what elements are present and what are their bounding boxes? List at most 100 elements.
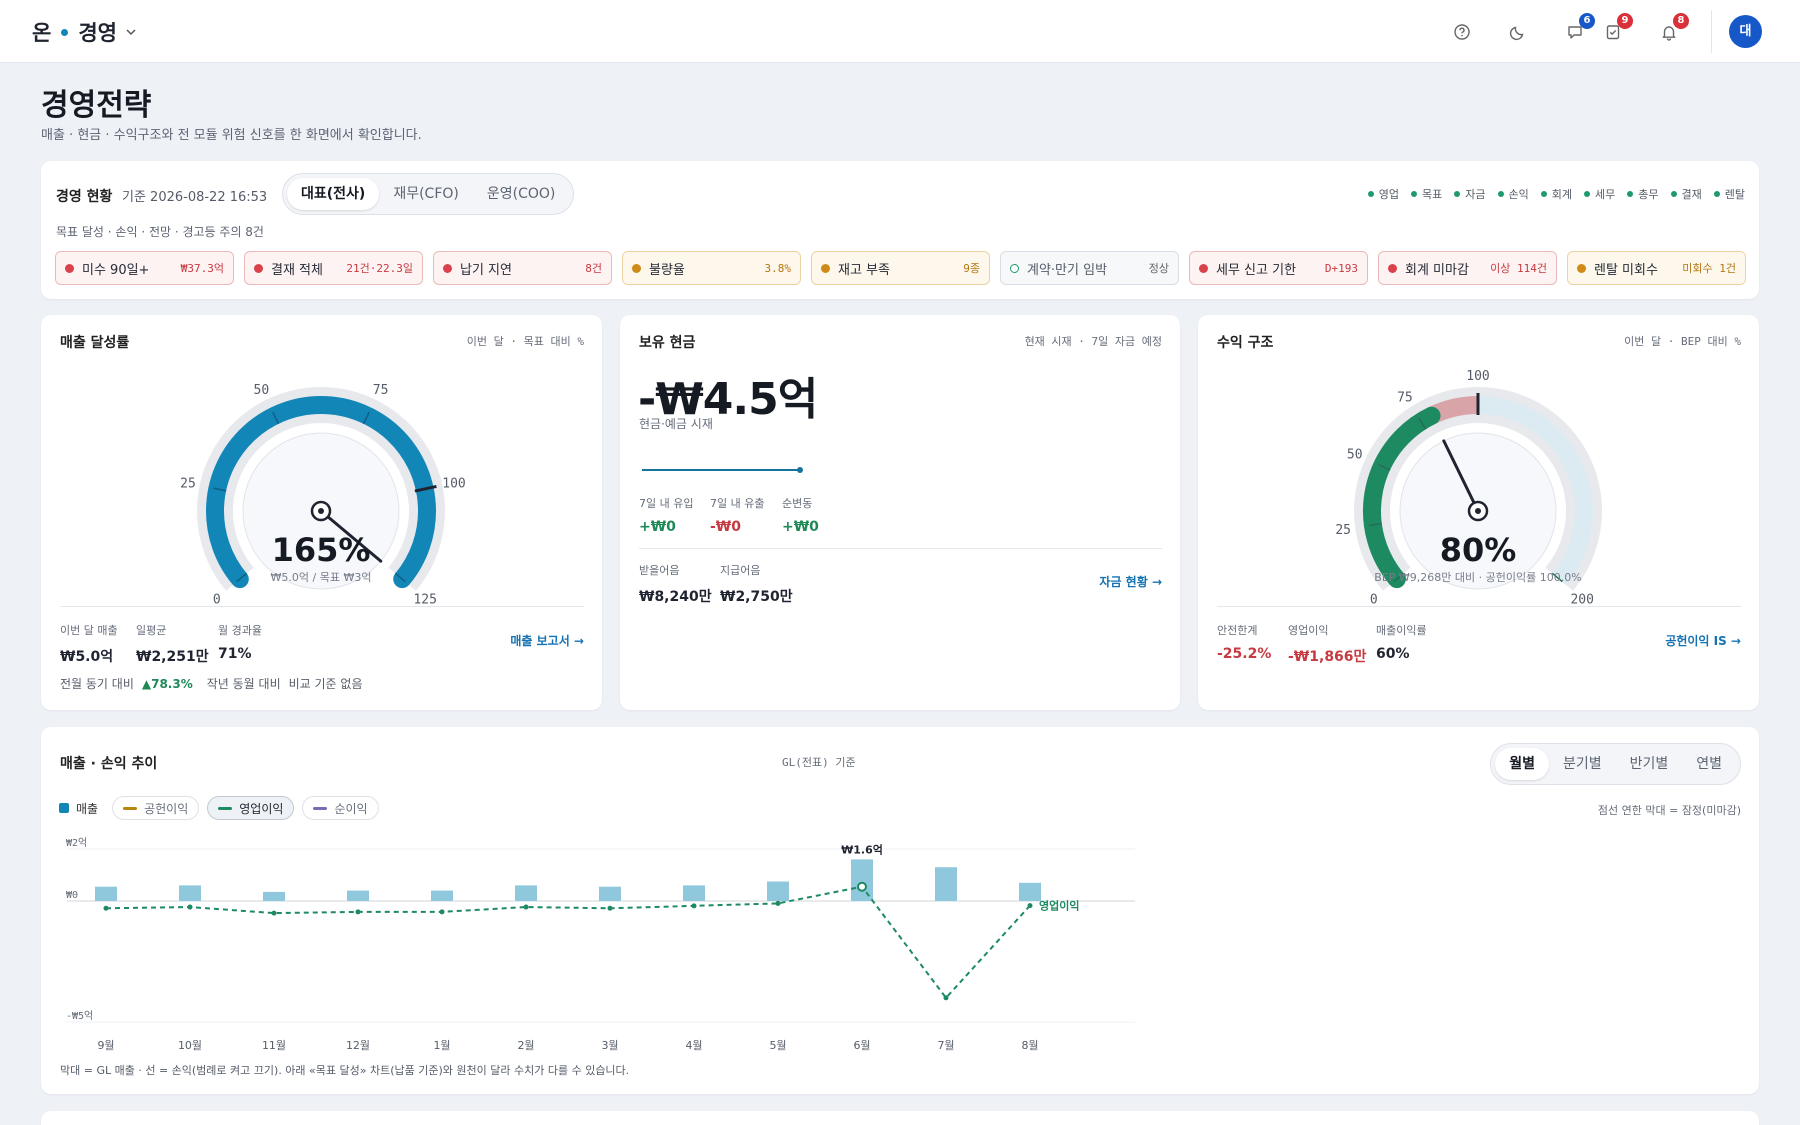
revenue-profit-trend-card: 매출 · 손익 추이 GL(전표) 기준 월별 분기별 반기별 연별 매출 공헌… bbox=[41, 727, 1759, 1094]
page-subtitle: 매출 · 현금 · 수익구조와 전 모듈 위험 신호를 한 화면에서 확인합니다… bbox=[41, 128, 422, 143]
tasks-badge: 9 bbox=[1617, 13, 1633, 29]
warning-chip-row: 미수 90일+ ₩37.3억 결재 적체 21건·22.3일 납기 지연 8건 불량율 3.8… bbox=[55, 251, 1747, 285]
brand-dot bbox=[61, 28, 69, 36]
stat-operating-profit: 영업이익 -₩1,866만 bbox=[1288, 624, 1367, 665]
gauge-tick-label: 50 bbox=[254, 383, 270, 398]
cash-status-link[interactable]: 자금 현황 → bbox=[1099, 573, 1162, 590]
divider bbox=[639, 548, 1162, 549]
gauge-caption: ₩5.0억 / 목표 ₩3억 bbox=[271, 571, 372, 584]
warning-chip[interactable]: 불량율 3.8% bbox=[622, 251, 801, 285]
y-tick-label: -₩5억 bbox=[66, 1010, 93, 1022]
bar-revenue bbox=[431, 890, 453, 901]
period-tab-quarterly[interactable]: 분기별 bbox=[1549, 748, 1616, 780]
status-dot bbox=[821, 263, 830, 273]
brand-logo-text: 온 bbox=[32, 21, 52, 45]
chip-label: 세무 신고 기한 bbox=[1216, 262, 1297, 278]
chip-value: 정상 bbox=[1148, 262, 1169, 275]
x-tick-label: 4월 bbox=[685, 1039, 702, 1052]
chip-value: 21건·22.3일 bbox=[346, 262, 413, 275]
gauge-tick-label: 75 bbox=[373, 383, 389, 398]
cash-balance-card: 보유 현금 현재 시재 · 7일 자금 예정 -₩4.5억 현금·예금 시재 7… bbox=[620, 315, 1180, 710]
point-operating-profit bbox=[691, 903, 697, 909]
x-tick-label: 6월 bbox=[853, 1039, 870, 1052]
x-tick-label: 2월 bbox=[517, 1039, 534, 1052]
period-tab-half[interactable]: 반기별 bbox=[1616, 748, 1683, 780]
tasks-icon[interactable]: 9 bbox=[1601, 13, 1633, 44]
point-operating-profit bbox=[355, 909, 361, 915]
status-dot bbox=[1577, 263, 1586, 273]
period-tab-monthly[interactable]: 월별 bbox=[1495, 748, 1549, 780]
stat-monthly-revenue: 이번 달 매출 ₩5.0억 bbox=[60, 624, 118, 665]
view-tab-ceo[interactable]: 대표(전사) bbox=[287, 178, 380, 210]
status-dot bbox=[1010, 263, 1019, 273]
stat-safety-margin: 안전한계 -25.2% bbox=[1217, 624, 1272, 662]
mom-value: ▲78.3% bbox=[141, 676, 193, 691]
module-legend-item: 총무 bbox=[1627, 186, 1659, 202]
chip-value: 9종 bbox=[963, 262, 980, 275]
bar-revenue bbox=[683, 885, 705, 901]
stat-month-elapsed: 월 경과율 71% bbox=[218, 624, 262, 662]
bep-gauge: 025507510020080%BEP ₩9,268만 대비 · 공헌이익률 1… bbox=[1335, 369, 1602, 607]
cash-card-title: 보유 현금 bbox=[639, 335, 696, 351]
bar-revenue bbox=[767, 881, 789, 901]
y-tick-label: ₩0 bbox=[66, 890, 78, 901]
warning-chip[interactable]: 미수 90일+ ₩37.3억 bbox=[55, 251, 234, 285]
chip-label: 미수 90일+ bbox=[82, 262, 150, 278]
management-status-card: 경영 현황 기준 2026-08-22 16:53 대표(전사) 재무(CFO)… bbox=[41, 161, 1759, 299]
chip-label: 회계 미마감 bbox=[1405, 262, 1469, 278]
messages-icon[interactable]: 6 bbox=[1563, 13, 1595, 44]
bar-revenue bbox=[263, 891, 285, 901]
view-switcher: 대표(전사) 재무(CFO) 운영(COO) bbox=[282, 173, 575, 215]
chip-value: 이상 114건 bbox=[1490, 262, 1547, 275]
warning-chip[interactable]: 회계 미마감 이상 114건 bbox=[1378, 251, 1557, 285]
next-section-card bbox=[41, 1111, 1759, 1125]
chip-label: 불량율 bbox=[649, 262, 685, 278]
status-title: 경영 현황 bbox=[56, 189, 113, 205]
module-legend-item: 자금 bbox=[1454, 186, 1486, 202]
view-tab-cfo[interactable]: 재무(CFO) bbox=[379, 178, 473, 210]
bar-revenue bbox=[95, 886, 117, 901]
provisional-note: 점선 연한 막대 = 잠정(미마감) bbox=[1597, 804, 1741, 817]
app-brand[interactable]: 온 경영 bbox=[32, 17, 137, 47]
x-tick-label: 11월 bbox=[262, 1039, 286, 1052]
warning-chip[interactable]: 납기 지연 8건 bbox=[433, 251, 612, 285]
contribution-is-link[interactable]: 공헌이익 IS → bbox=[1665, 632, 1741, 649]
chip-label: 렌탈 미회수 bbox=[1594, 262, 1658, 278]
help-icon[interactable] bbox=[1450, 20, 1474, 44]
warning-chip[interactable]: 결재 적체 21건·22.3일 bbox=[244, 251, 423, 285]
period-tab-yearly[interactable]: 연별 bbox=[1682, 748, 1736, 780]
warning-chip[interactable]: 재고 부족 9종 bbox=[811, 251, 990, 285]
module-legend-item: 세무 bbox=[1584, 186, 1615, 202]
line-operating-profit bbox=[105, 885, 1031, 1000]
cash-card-note: 현재 시재 · 7일 자금 예정 bbox=[1024, 335, 1162, 348]
bar-revenue bbox=[599, 886, 621, 901]
user-avatar[interactable]: 대 bbox=[1729, 15, 1762, 48]
trend-chart: ₩2억 ₩0 -₩5억 9월 10월 11월 12월 1월 2월 3월 4월 5월 6월 7월 8월 ₩1.6… bbox=[66, 837, 1135, 1052]
chip-label: 결재 적체 bbox=[271, 262, 323, 278]
stat-inflow-7d: 7일 내 유입 +₩0 bbox=[639, 497, 694, 535]
x-tick-label: 7월 bbox=[937, 1039, 954, 1052]
x-tick-label: 12월 bbox=[346, 1039, 370, 1052]
view-tab-coo[interactable]: 운영(COO) bbox=[473, 178, 570, 210]
gauge-caption: BEP ₩9,268만 대비 · 공헌이익률 100.0% bbox=[1374, 571, 1581, 584]
stat-notes-receivable: 받을어음 ₩8,240만 bbox=[639, 564, 712, 605]
warning-chip[interactable]: 세무 신고 기한 D+193 bbox=[1189, 251, 1368, 285]
point-operating-profit bbox=[1027, 903, 1033, 909]
warning-chip[interactable]: 렌탈 미회수 미회수 1건 bbox=[1567, 251, 1746, 285]
gauge-value-label: 165% bbox=[272, 531, 371, 569]
bell-icon[interactable]: 8 bbox=[1657, 13, 1689, 44]
bar-revenue bbox=[347, 890, 369, 901]
trend-footnote: 막대 = GL 매출 · 선 = 손익(범례로 켜고 끄기). 아래 «목표 달… bbox=[60, 1064, 630, 1077]
stat-net-change: 순변동 +₩0 bbox=[782, 497, 819, 535]
revenue-achievement-card: 매출 달성률 이번 달 · 목표 대비 % 0 25 50 75 100 125 165% ₩… bbox=[41, 315, 602, 710]
point-operating-profit bbox=[271, 910, 277, 916]
warning-chip[interactable]: 계약·만기 임박 정상 bbox=[1000, 251, 1179, 285]
stat-notes-payable: 지급어음 ₩2,750만 bbox=[720, 564, 793, 605]
divider bbox=[60, 606, 584, 607]
status-dot bbox=[254, 263, 263, 273]
chip-value: D+193 bbox=[1324, 261, 1358, 275]
module-legend-item: 렌탈 bbox=[1713, 186, 1745, 202]
revenue-report-link[interactable]: 매출 보고서 → bbox=[510, 632, 584, 649]
dark-mode-moon-icon[interactable] bbox=[1506, 20, 1530, 44]
section-switcher-label: 경영 bbox=[78, 21, 117, 45]
